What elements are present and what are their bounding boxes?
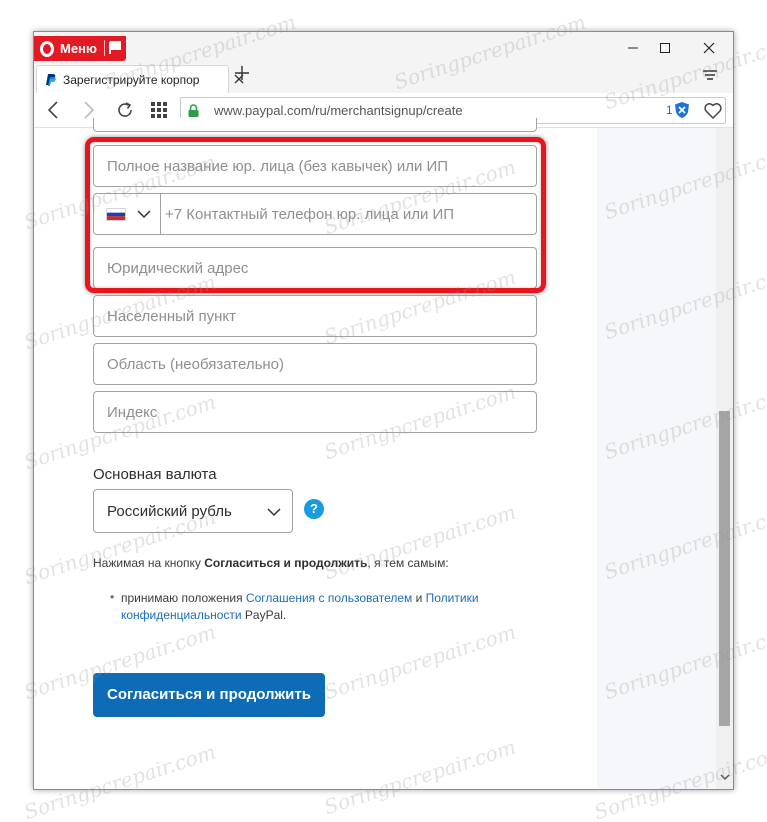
lock-icon (188, 104, 199, 117)
terms-item-suffix: PayPal. (241, 608, 287, 622)
vertical-scrollbar[interactable] (716, 128, 733, 789)
heart-icon[interactable] (703, 101, 723, 121)
terms-item: принимаю положения Соглашения с пользова… (121, 590, 521, 624)
region-input[interactable]: Область (необязательно) (93, 343, 537, 385)
help-icon[interactable]: ? (304, 499, 324, 519)
previous-field-stub[interactable] (93, 118, 537, 132)
terms-intro: Нажимая на кнопку Согласиться и продолжи… (93, 556, 449, 570)
paypal-favicon-icon (46, 73, 56, 86)
grid-icon (151, 102, 167, 118)
terms-intro-prefix: Нажимая на кнопку (93, 556, 205, 570)
back-button[interactable] (40, 98, 66, 122)
city-input[interactable]: Населенный пункт (93, 295, 537, 337)
close-icon (703, 42, 715, 54)
new-tab-button[interactable] (232, 65, 252, 85)
terms-intro-suffix: , я тем самым: (367, 556, 449, 570)
menu-label: Меню (60, 41, 98, 56)
title-bar: Меню (34, 32, 733, 63)
close-window-button[interactable] (694, 38, 724, 58)
browser-window: Меню Зарегистрируйте корпор www.paypal.c… (33, 31, 734, 790)
city-placeholder: Населенный пункт (107, 308, 237, 325)
tab-strip: Зарегистрируйте корпор (34, 63, 733, 93)
menu-separator (104, 40, 105, 56)
plus-icon (235, 66, 249, 80)
scrollbar-thumb[interactable] (719, 411, 730, 726)
right-side-panel (597, 128, 716, 789)
user-agreement-link[interactable]: Соглашения с пользователем (246, 591, 412, 605)
tab-title: Зарегистрируйте корпор (63, 72, 200, 87)
ad-block-shield-icon[interactable] (674, 101, 690, 119)
tab-menu-icon[interactable] (702, 68, 718, 82)
ad-block-count: 1 (666, 103, 673, 117)
maximize-button[interactable] (650, 38, 680, 58)
scroll-down-arrow-icon[interactable] (720, 772, 730, 782)
opera-menu-button[interactable]: Меню (34, 36, 126, 61)
reload-icon (118, 102, 132, 117)
flag-icon (109, 41, 121, 54)
highlight-annotation (85, 137, 546, 293)
bullet-icon: • (110, 590, 115, 604)
currency-value: Российский рубль (107, 503, 232, 520)
tab-paypal[interactable]: Зарегистрируйте корпор (36, 65, 229, 93)
url-text: www.paypal.com/ru/merchantsignup/create (214, 103, 463, 118)
currency-select[interactable]: Российский рубль (93, 489, 293, 533)
opera-logo-icon (40, 40, 54, 57)
minimize-icon (628, 47, 638, 49)
zip-placeholder: Индекс (107, 404, 158, 421)
currency-label: Основная валюта (93, 466, 217, 483)
terms-item-prefix: принимаю положения (121, 591, 246, 605)
terms-intro-button-name: Согласиться и продолжить (204, 556, 368, 570)
chevron-down-icon (267, 508, 281, 517)
minimize-button[interactable] (618, 38, 648, 58)
agree-and-continue-button[interactable]: Согласиться и продолжить (93, 673, 325, 717)
forward-arrow-icon (84, 101, 95, 119)
page-content: Полное название юр. лица (без кавычек) и… (34, 118, 733, 789)
region-placeholder: Область (необязательно) (107, 356, 285, 373)
terms-and: и (412, 591, 426, 605)
zip-input[interactable]: Индекс (93, 391, 537, 433)
back-arrow-icon (47, 101, 58, 119)
maximize-icon (660, 43, 670, 53)
